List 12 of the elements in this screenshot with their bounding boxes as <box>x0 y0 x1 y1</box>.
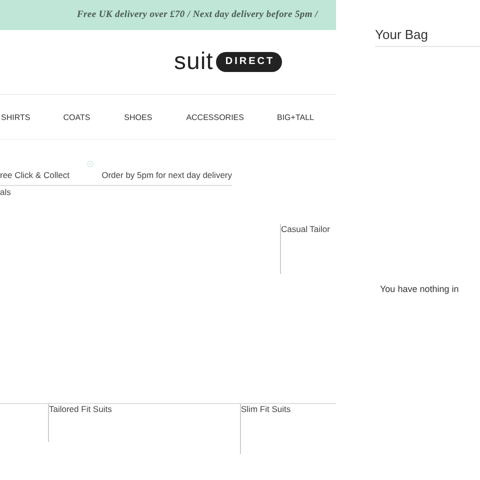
nav-link[interactable]: COATS <box>62 112 90 122</box>
delivery-time-text: Order by 5pm for next day delivery <box>102 170 232 180</box>
click-collect-text: ree Click & Collect <box>0 170 70 180</box>
category-tile[interactable]: Tailored Fit Suits <box>48 404 240 442</box>
empty-bag-message: You have nothing in <box>380 284 460 294</box>
promo-banner-text: Free UK delivery over £70 / Next day delivery before 5pm / <box>77 10 318 20</box>
section-label: als <box>0 187 12 197</box>
nav-link[interactable]: BIG+TALL <box>276 112 314 122</box>
nav-link[interactable]: SHIRTS <box>0 112 30 122</box>
bag-title: Your Bag <box>375 27 480 47</box>
nav-link[interactable]: SHOES <box>123 112 152 122</box>
nav-link[interactable]: ACCESSORIES <box>185 112 244 122</box>
